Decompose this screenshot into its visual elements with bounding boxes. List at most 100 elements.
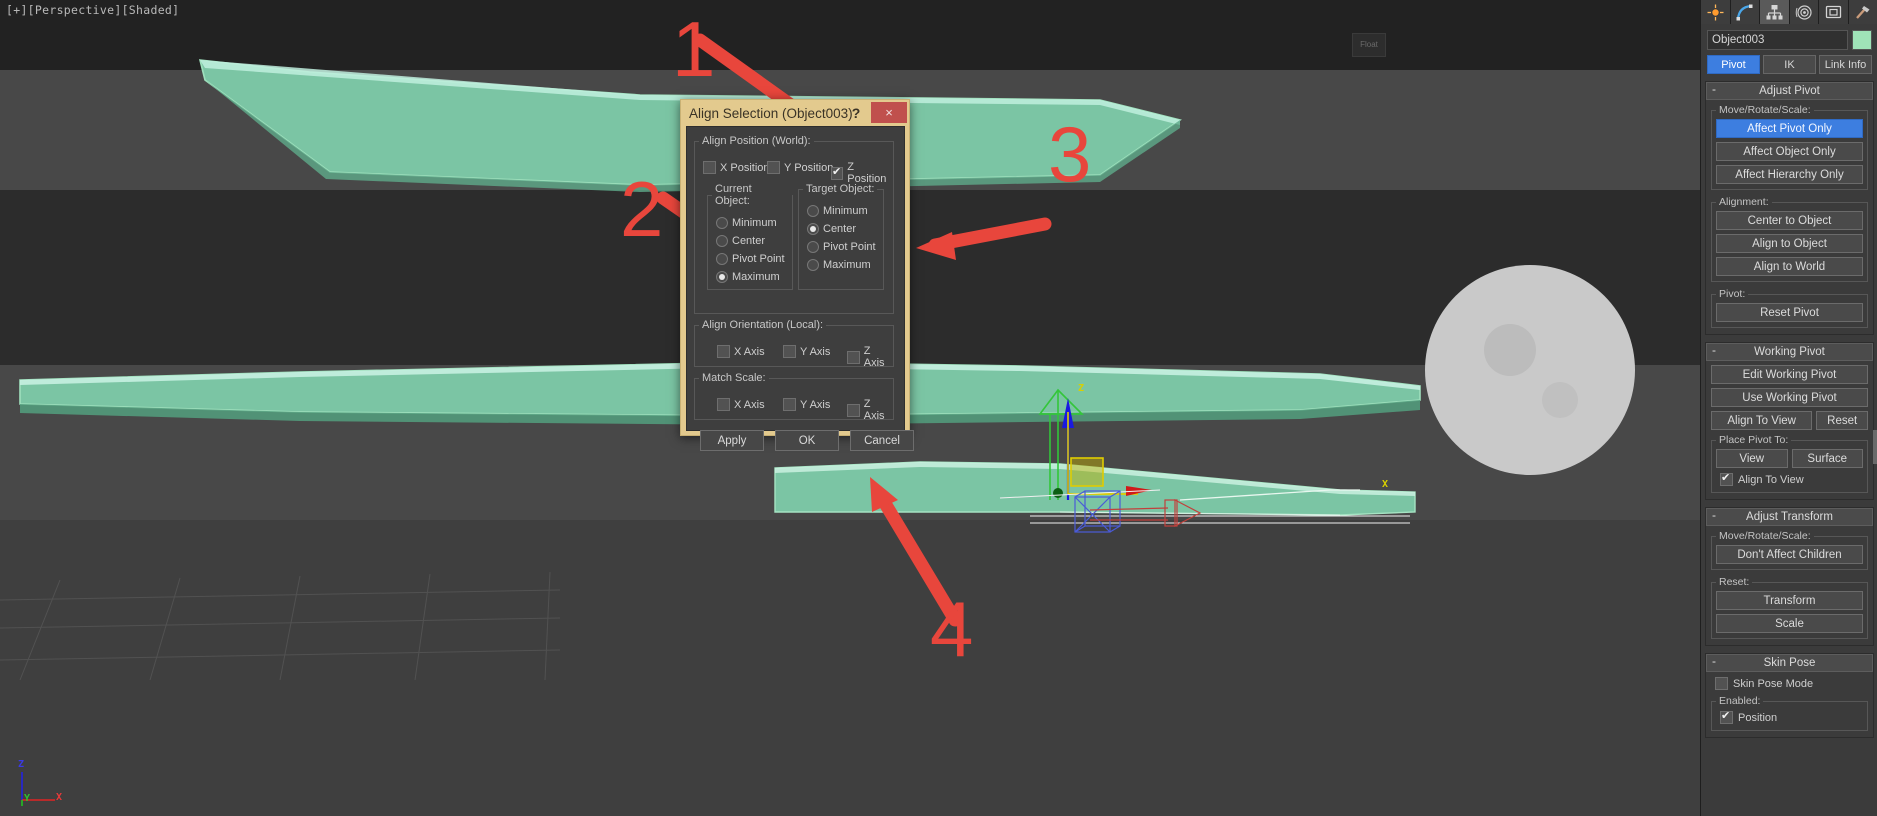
current-center-radio-icon[interactable] [716,235,728,247]
x-position-label: X Position [720,161,770,174]
create-icon[interactable] [1701,0,1731,24]
align-position-legend: Align Position (World): [702,135,811,147]
target-center-label: Center [823,223,857,235]
radio-target-maximum[interactable]: Maximum [807,259,871,271]
motion-icon[interactable] [1789,0,1819,24]
align-to-object-button[interactable]: Align to Object [1716,234,1863,253]
rollout-adjust-pivot-header[interactable]: - Adjust Pivot [1706,82,1873,100]
dialog-title-bar[interactable]: Align Selection (Object003) ? × [681,100,909,126]
reset-pivot-button[interactable]: Reset Pivot [1716,303,1863,322]
radio-target-minimum[interactable]: Minimum [807,205,868,217]
tab-link-info[interactable]: Link Info [1819,55,1872,74]
checkbox-skin-pose-mode[interactable]: Skin Pose Mode [1711,676,1868,691]
current-maximum-radio-icon[interactable] [716,271,728,283]
skin-pose-mode-checkbox-icon[interactable] [1715,677,1728,690]
place-pivot-surface-button[interactable]: Surface [1791,449,1863,468]
checkbox-scale-z-axis[interactable]: Z Axis [847,398,893,422]
checkbox-orient-y-axis[interactable]: Y Axis [783,345,830,358]
align-to-view-button[interactable]: Align To View [1711,411,1813,430]
callout-number-4: 4 [930,585,974,673]
affect-object-only-button[interactable]: Affect Object Only [1716,142,1863,161]
scale-x-axis-checkbox-icon[interactable] [717,398,730,411]
reset-working-pivot-button[interactable]: Reset [1816,411,1868,430]
checkbox-scale-x-axis[interactable]: X Axis [717,398,765,411]
target-maximum-radio-icon[interactable] [807,259,819,271]
hierarchy-icon[interactable] [1760,0,1790,24]
align-to-world-button[interactable]: Align to World [1716,257,1863,276]
current-object-legend: Current Object: [715,183,752,207]
object-color-swatch[interactable] [1852,30,1872,50]
use-working-pivot-button[interactable]: Use Working Pivot [1711,388,1868,407]
place-pivot-row: View Surface [1716,449,1863,468]
checkbox-scale-y-axis[interactable]: Y Axis [783,398,830,411]
ok-button[interactable]: OK [775,430,839,451]
collapse-icon[interactable]: - [1712,654,1716,668]
align-selection-dialog[interactable]: Align Selection (Object003) ? × Align Po… [680,99,914,451]
rollout-adjust-transform-header[interactable]: - Adjust Transform [1706,508,1873,526]
orient-z-axis-checkbox-icon[interactable] [847,350,860,364]
radio-target-pivot-point[interactable]: Pivot Point [807,241,876,253]
apply-button[interactable]: Apply [700,430,764,451]
dialog-body: Align Position (World): X Position Y Pos… [686,126,914,451]
help-icon[interactable]: ? [847,103,865,123]
checkbox-y-position[interactable]: Y Position [767,161,833,174]
command-panel: Object003 Pivot IK Link Info - Adjust Pi… [1700,0,1877,816]
scale-x-axis-label: X Axis [734,398,765,411]
radio-current-minimum[interactable]: Minimum [716,217,777,229]
place-pivot-align-to-view-checkbox-icon[interactable] [1720,471,1733,486]
collapse-icon[interactable]: - [1712,508,1716,522]
rollout-working-pivot-header[interactable]: - Working Pivot [1706,343,1873,361]
checkbox-place-pivot-align-to-view[interactable]: Align To View [1716,471,1863,487]
x-position-checkbox-icon[interactable] [703,161,716,174]
target-minimum-radio-icon[interactable] [807,205,819,217]
command-panel-scrollbar[interactable] [1873,430,1877,464]
target-center-radio-icon[interactable] [807,223,819,235]
radio-target-center[interactable]: Center [807,223,856,235]
object-name-row: Object003 [1707,30,1872,50]
utilities-icon[interactable] [1848,0,1877,24]
rollout-skin-pose-header[interactable]: - Skin Pose [1706,654,1873,672]
viewport-float-button[interactable]: Float [1352,33,1386,57]
affect-hierarchy-only-button[interactable]: Affect Hierarchy Only [1716,165,1863,184]
cancel-button[interactable]: Cancel [850,430,914,451]
tab-ik[interactable]: IK [1763,55,1816,74]
alignment-legend: Alignment: [1719,196,1769,208]
align-orientation-legend: Align Orientation (Local): [702,319,824,331]
checkbox-z-position[interactable]: Z Position [831,161,893,185]
dont-affect-children-button[interactable]: Don't Affect Children [1716,545,1863,564]
checkbox-skin-pose-position[interactable]: Position [1716,709,1863,725]
place-pivot-view-button[interactable]: View [1716,449,1788,468]
scale-y-axis-checkbox-icon[interactable] [783,398,796,411]
center-to-object-button[interactable]: Center to Object [1716,211,1863,230]
tab-pivot[interactable]: Pivot [1707,55,1760,74]
target-pivot-point-radio-icon[interactable] [807,241,819,253]
scale-z-axis-checkbox-icon[interactable] [847,403,860,417]
reset-scale-button[interactable]: Scale [1716,614,1863,633]
checkbox-x-position[interactable]: X Position [703,161,770,174]
object-name-field[interactable]: Object003 [1707,30,1848,50]
close-icon[interactable]: × [871,102,907,123]
rollout-working-pivot-body: Edit Working Pivot Use Working Pivot Ali… [1706,361,1873,499]
y-position-checkbox-icon[interactable] [767,161,780,174]
z-position-checkbox-icon[interactable] [831,165,844,180]
skin-pose-position-checkbox-icon[interactable] [1720,709,1733,724]
radio-current-maximum[interactable]: Maximum [716,271,780,283]
radio-current-center[interactable]: Center [716,235,765,247]
checkbox-orient-z-axis[interactable]: Z Axis [847,345,893,369]
orient-y-axis-checkbox-icon[interactable] [783,345,796,358]
display-icon[interactable] [1819,0,1849,24]
skin-pose-enabled-group: Enabled: Position [1711,695,1868,731]
reset-transform-button[interactable]: Transform [1716,591,1863,610]
rollout-adjust-transform-title: Adjust Transform [1746,511,1833,523]
collapse-icon[interactable]: - [1712,82,1716,96]
orient-x-axis-checkbox-icon[interactable] [717,345,730,358]
modify-icon[interactable] [1730,0,1760,24]
radio-current-pivot-point[interactable]: Pivot Point [716,253,785,265]
edit-working-pivot-button[interactable]: Edit Working Pivot [1711,365,1868,384]
current-pivot-point-radio-icon[interactable] [716,253,728,265]
collapse-icon[interactable]: - [1712,343,1716,357]
current-minimum-radio-icon[interactable] [716,217,728,229]
gizmo-x-label: X [1382,479,1389,490]
checkbox-orient-x-axis[interactable]: X Axis [717,345,765,358]
affect-pivot-only-button[interactable]: Affect Pivot Only [1716,119,1863,138]
